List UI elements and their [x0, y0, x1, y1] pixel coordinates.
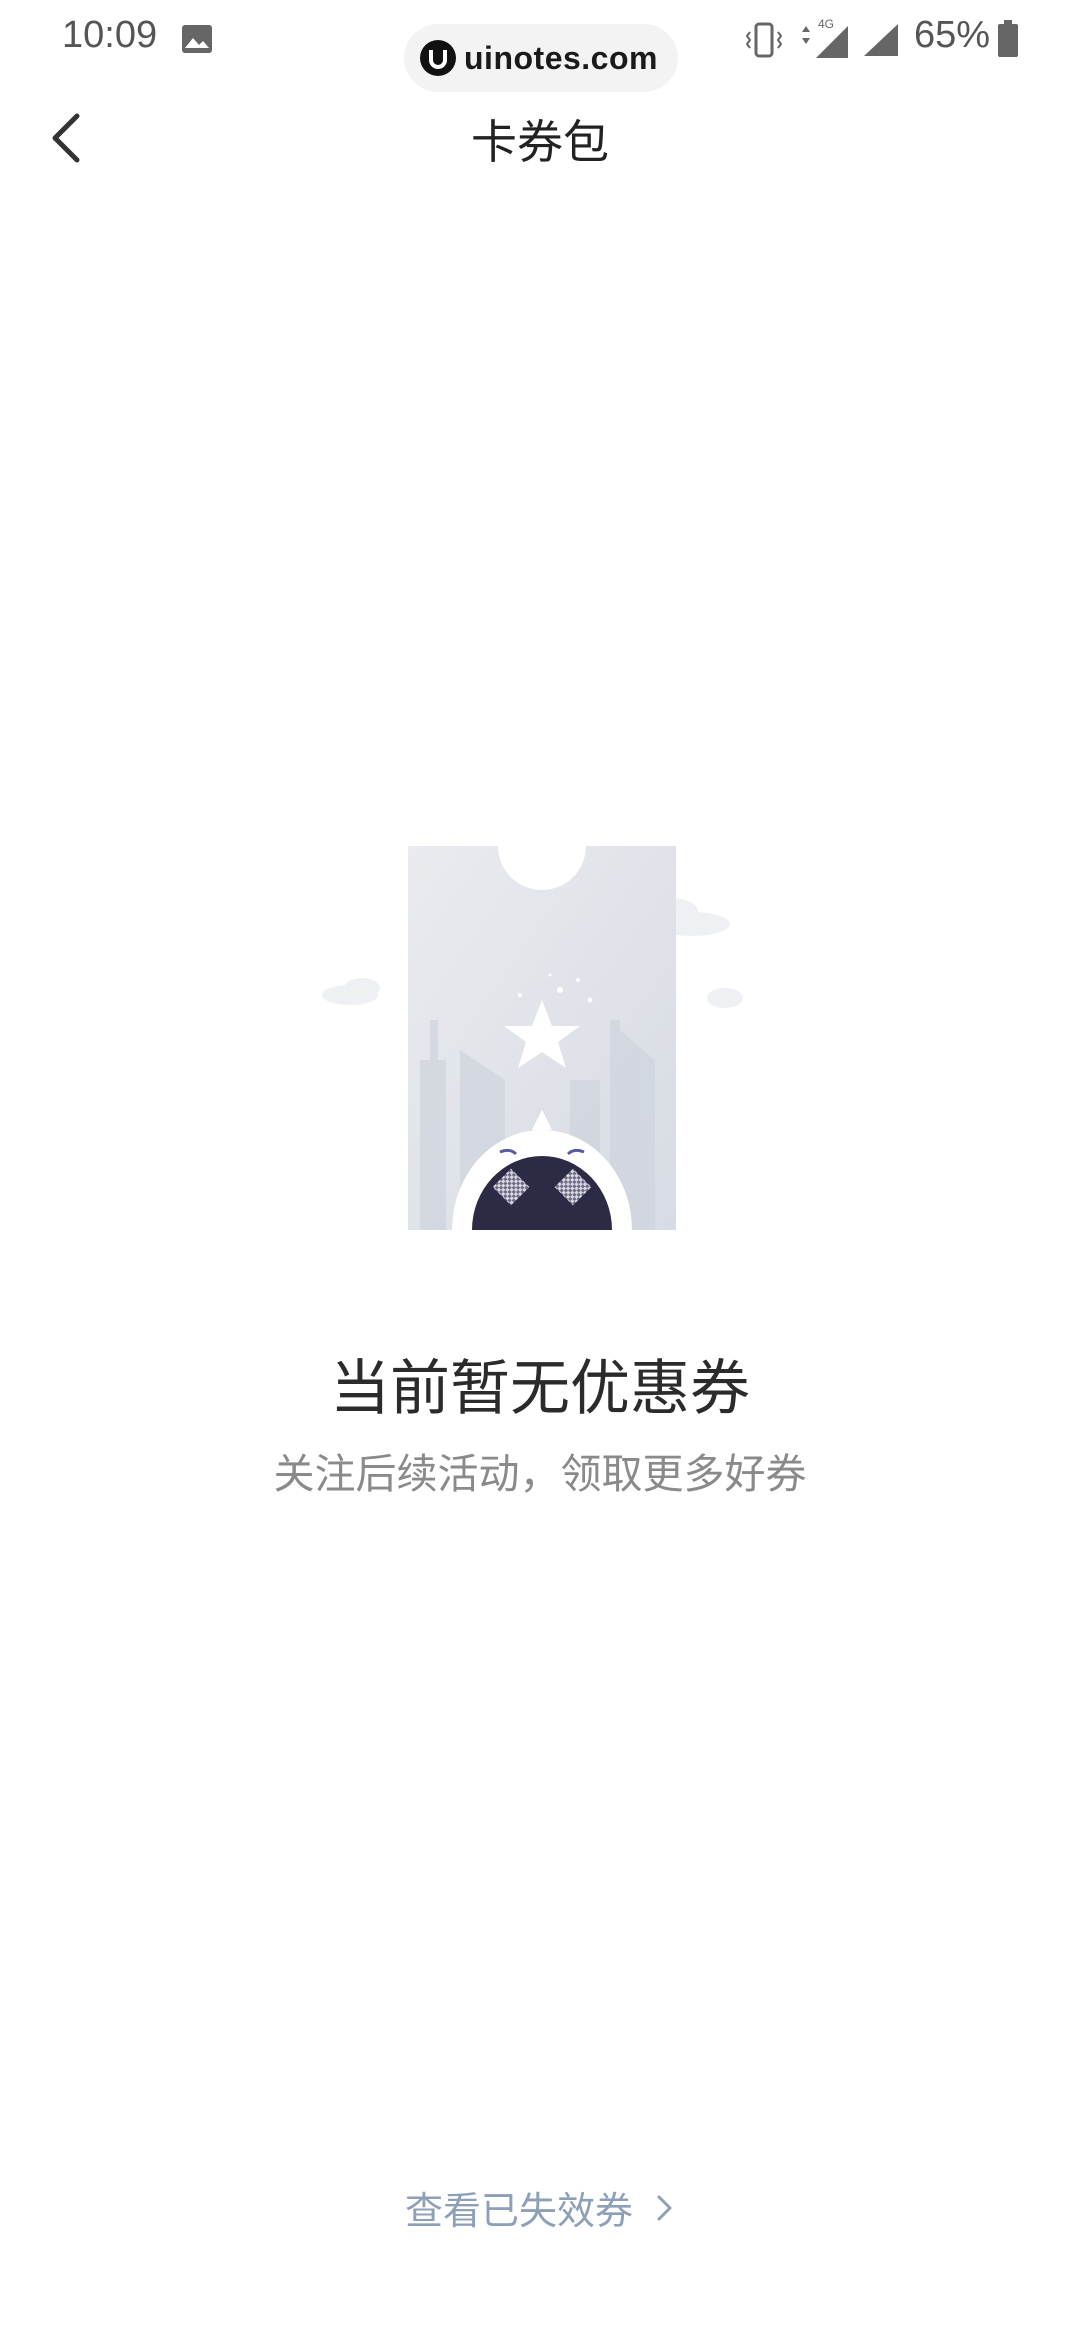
- signal-icon: [864, 24, 898, 56]
- watermark-text: uinotes.com: [464, 39, 658, 76]
- coupon-ticket-robot-illustration: [322, 846, 743, 1230]
- uinotes-logo-icon: [420, 40, 456, 76]
- status-bar: 10:09 uinotes.com 4G 65%: [0, 0, 1080, 92]
- vibrate-icon: [746, 22, 782, 58]
- view-expired-coupons-link[interactable]: 查看已失效券: [0, 2180, 1080, 2235]
- expired-link-label: 查看已失效券: [404, 2189, 633, 2233]
- signal-4g-icon: 4G: [802, 17, 848, 58]
- image-icon: [182, 25, 212, 53]
- battery-percent: 65%: [914, 14, 991, 56]
- chevron-right-icon: [657, 2195, 672, 2220]
- empty-state-title: 当前暂无优惠券: [330, 1354, 750, 1424]
- top-navigation-bar: 卡券包: [0, 92, 1080, 184]
- battery-icon: [998, 20, 1018, 57]
- status-time: 10:09: [62, 14, 158, 56]
- watermark-badge: uinotes.com: [404, 24, 678, 92]
- page-title: 卡券包: [471, 115, 609, 169]
- empty-state-subtitle: 关注后续活动，领取更多好券: [273, 1450, 807, 1498]
- network-type-label: 4G: [818, 17, 834, 31]
